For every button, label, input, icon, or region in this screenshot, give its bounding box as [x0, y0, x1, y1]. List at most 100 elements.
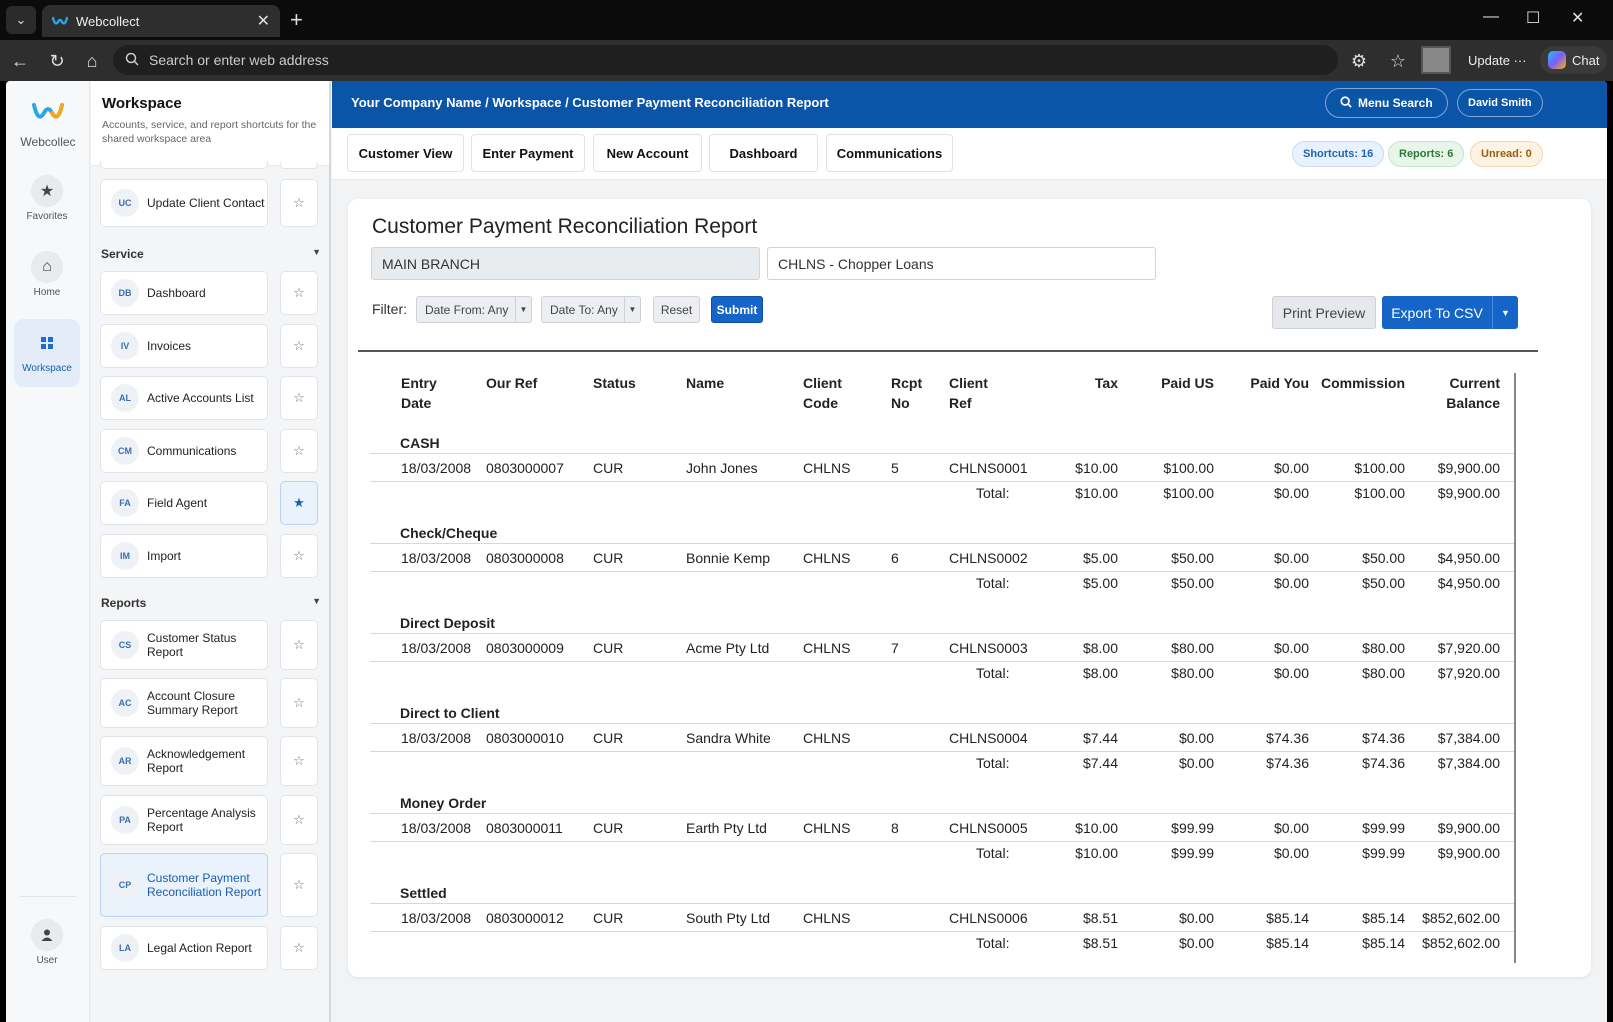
rail-user[interactable]: User [14, 911, 80, 979]
shortcut-code-badge: AR [111, 747, 139, 775]
star-icon[interactable]: ☆ [280, 179, 318, 227]
column-header: Our Ref [486, 375, 538, 391]
app-viewport: Webcollec ★ Favorites ⌂ Home Workspace U… [6, 81, 1607, 1022]
new-account-button[interactable]: New Account [593, 134, 702, 172]
star-icon[interactable]: ☆ [280, 678, 318, 728]
export-csv-button[interactable]: Export To CSV ▼ [1382, 296, 1518, 329]
star-icon[interactable]: ☆ [280, 534, 318, 578]
address-bar[interactable]: Search or enter web address [113, 45, 1338, 75]
table-cell: CUR [593, 640, 624, 656]
new-tab-icon[interactable]: + [290, 8, 303, 32]
star-icon[interactable]: ☆ [280, 853, 318, 917]
chat-button[interactable]: Chat [1540, 46, 1608, 74]
sidebar-item-im[interactable]: IM Import [100, 534, 268, 578]
branch-select[interactable]: MAIN BRANCH [371, 247, 760, 280]
sidebar-item-uc[interactable]: UC Update Client Contact [100, 179, 268, 227]
tab-list-button[interactable]: ⌄ [6, 6, 36, 34]
star-icon[interactable]: ☆ [280, 324, 318, 368]
shortcut-code-badge: CS [111, 631, 139, 659]
sidebar-description: Accounts, service, and report shortcuts … [102, 119, 317, 145]
table-cell: CHLNS [803, 550, 851, 566]
date-from-label: Date From: Any [425, 302, 509, 317]
star-icon[interactable]: ☆ [280, 271, 318, 315]
maximize-icon[interactable]: ☐ [1526, 8, 1540, 28]
row-divider [370, 571, 1514, 572]
sidebar-item-fa[interactable]: FA Field Agent [100, 481, 268, 525]
row-divider [370, 481, 1514, 482]
enter-payment-button[interactable]: Enter Payment [471, 134, 585, 172]
date-from-dropdown[interactable]: Date From: Any ▼ [416, 296, 532, 323]
table-cell: CHLNS [803, 460, 851, 476]
star-icon[interactable]: ☆ [280, 736, 318, 786]
shortcut-code-badge: CP [111, 871, 139, 899]
minimize-icon[interactable]: — [1483, 8, 1499, 26]
customer-view-button[interactable]: Customer View [347, 134, 464, 172]
export-options-caret-icon[interactable]: ▼ [1492, 296, 1518, 329]
sidebar-item-label: Communications [147, 444, 237, 458]
top-nav: Your Company Name / Workspace / Customer… [332, 81, 1607, 128]
row-divider [370, 723, 1514, 724]
favorites-icon[interactable]: ☆ [1386, 49, 1410, 73]
menu-search-button[interactable]: Menu Search [1325, 88, 1448, 118]
brand-name: Webcollec [20, 135, 76, 149]
table-cell: John Jones [686, 460, 758, 476]
sidebar-item-cp[interactable]: CP Customer Payment Reconciliation Report [100, 853, 268, 917]
table-cell: CHLNS [803, 820, 851, 836]
star-icon[interactable]: ☆ [280, 620, 318, 670]
profile-avatar[interactable] [1421, 46, 1451, 74]
back-icon[interactable]: ← [8, 49, 32, 73]
user-menu-button[interactable]: David Smith [1457, 89, 1543, 117]
sidebar-item-ac[interactable]: AC Account Closure Summary Report [100, 678, 268, 728]
shortcut-code-badge: LA [111, 934, 139, 962]
breadcrumb: Your Company Name / Workspace / Customer… [351, 95, 829, 110]
total-cell: $99.99 [1362, 845, 1405, 861]
total-cell: $8.51 [1082, 935, 1118, 951]
sidebar-item-db[interactable]: DB Dashboard [100, 271, 268, 315]
sidebar-item-cm[interactable]: CM Communications [100, 429, 268, 473]
sidebar-item-cs[interactable]: CS Customer Status Report [100, 620, 268, 670]
total-cell: $80.00 [1171, 665, 1214, 681]
shortcut-code-badge: AL [111, 384, 139, 412]
close-window-icon[interactable]: ✕ [1571, 8, 1584, 28]
close-tab-icon[interactable]: ✕ [257, 11, 270, 31]
sidebar-item-ar[interactable]: AR Acknowledgement Report [100, 736, 268, 786]
client-select[interactable]: CHLNS - Chopper Loans [767, 247, 1156, 280]
sidebar-item-al[interactable]: AL Active Accounts List [100, 376, 268, 420]
column-header: Code [803, 395, 838, 411]
shortcut-code-badge: UC [111, 189, 139, 217]
table-scrollbar[interactable] [1514, 373, 1516, 963]
sidebar-item-label: Account Closure Summary Report [147, 689, 238, 717]
communications-button[interactable]: Communications [826, 134, 953, 172]
browser-tab[interactable]: Webcollect ✕ [42, 5, 280, 37]
section-service-header[interactable]: Service ▼ [101, 247, 321, 261]
dashboard-button[interactable]: Dashboard [709, 134, 818, 172]
reports-count-badge: Reports: 6 [1388, 141, 1465, 167]
reload-icon[interactable]: ↻ [45, 49, 69, 73]
home-icon[interactable]: ⌂ [80, 49, 104, 73]
sidebar-item-la[interactable]: LA Legal Action Report [100, 926, 268, 970]
quick-links-bar: Customer View Enter Payment New Account … [332, 128, 1607, 180]
row-divider [370, 813, 1514, 814]
date-to-dropdown[interactable]: Date To: Any ▼ [541, 296, 641, 323]
rail-workspace[interactable]: Workspace [14, 319, 80, 387]
sidebar-item-pa[interactable]: PA Percentage Analysis Report [100, 795, 268, 845]
star-icon[interactable]: ☆ [280, 926, 318, 970]
update-button[interactable]: Update ··· [1460, 47, 1535, 73]
search-icon [125, 52, 139, 69]
total-cell: $0.00 [1273, 575, 1309, 591]
sidebar-item-iv[interactable]: IV Invoices [100, 324, 268, 368]
rail-workspace-label: Workspace [22, 363, 72, 374]
extensions-icon[interactable]: ⚙ [1347, 49, 1371, 73]
print-preview-button[interactable]: Print Preview [1272, 296, 1376, 329]
rail-home[interactable]: ⌂ Home [14, 243, 80, 311]
star-icon[interactable]: ★ [280, 481, 318, 525]
star-icon[interactable]: ☆ [280, 795, 318, 845]
rail-favorites[interactable]: ★ Favorites [14, 167, 80, 235]
star-icon[interactable]: ☆ [280, 376, 318, 420]
reset-button[interactable]: Reset [653, 296, 700, 323]
table-cell: CUR [593, 730, 624, 746]
table-cell: $85.14 [1266, 910, 1309, 926]
section-reports-header[interactable]: Reports ▼ [101, 596, 321, 610]
submit-button[interactable]: Submit [711, 296, 763, 323]
star-icon[interactable]: ☆ [280, 429, 318, 473]
